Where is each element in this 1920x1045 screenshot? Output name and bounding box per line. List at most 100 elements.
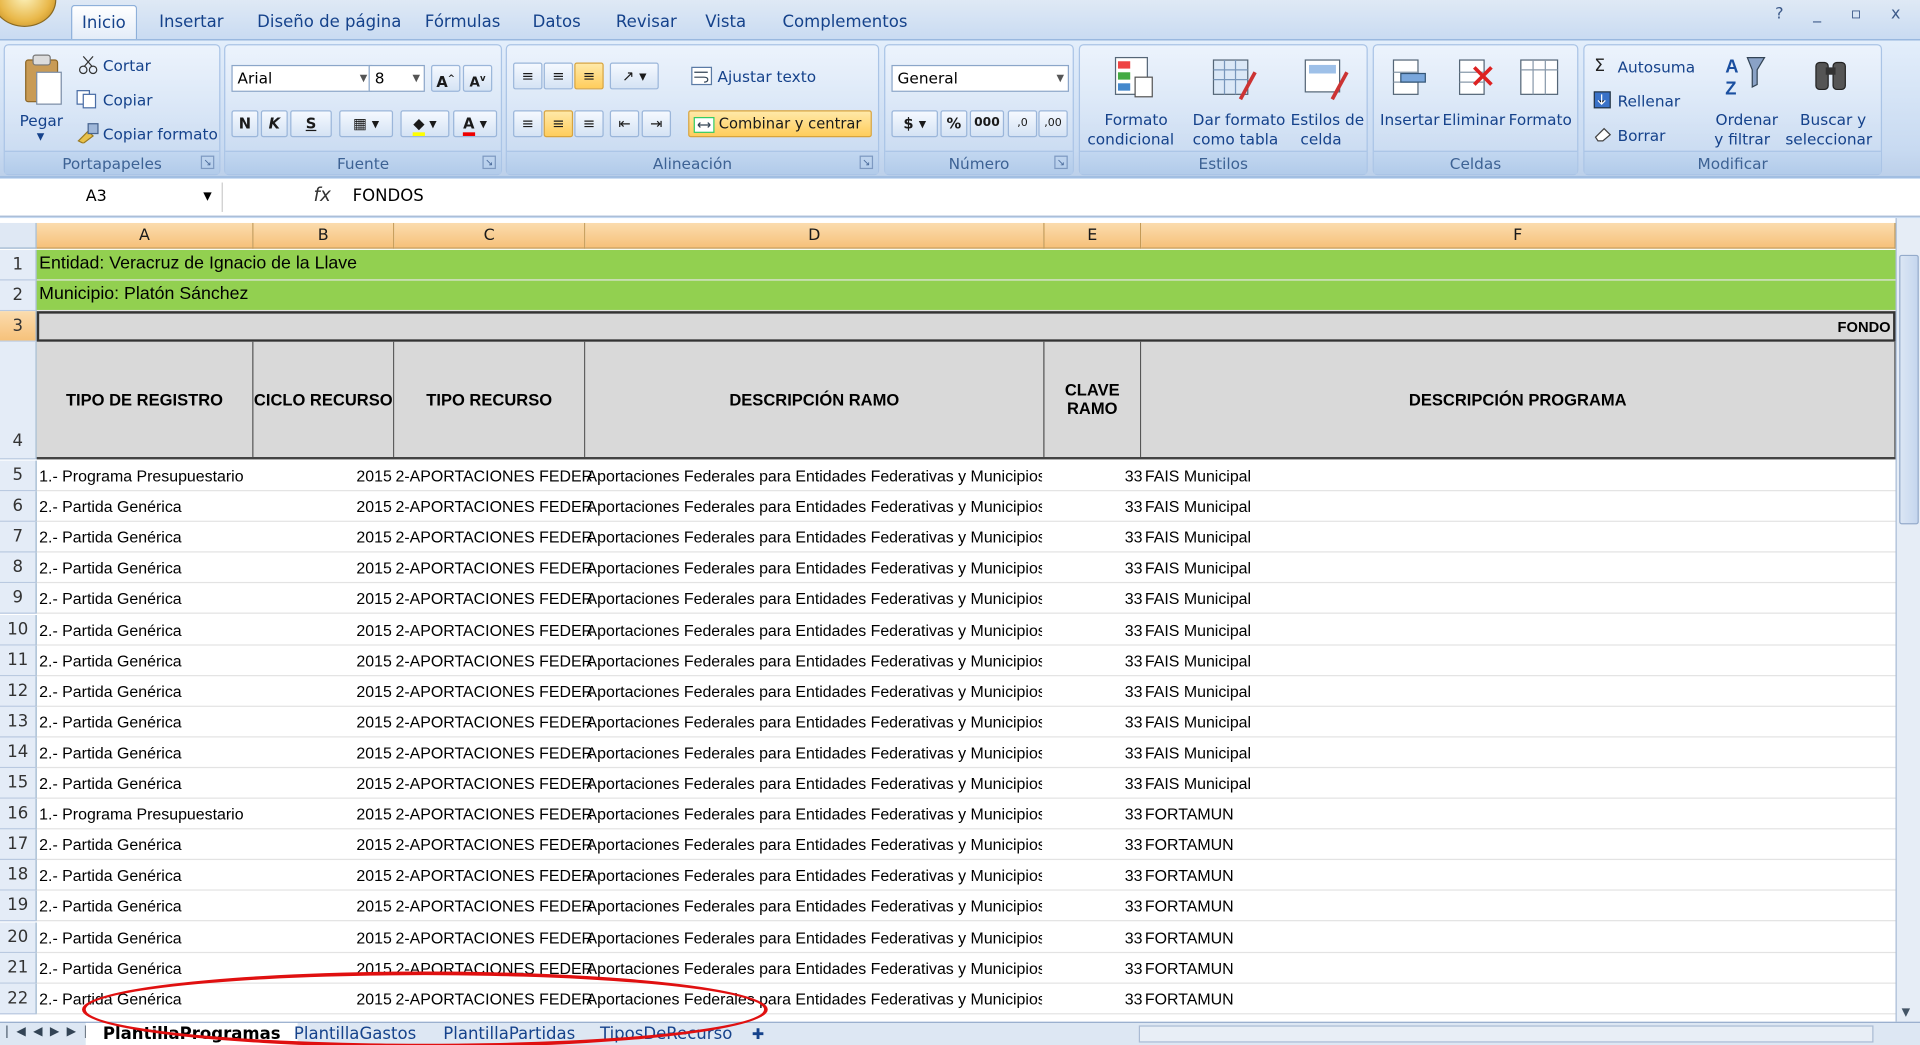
cell-clave[interactable]: 33 bbox=[1044, 645, 1143, 674]
cell-ciclo[interactable]: 2015 bbox=[257, 491, 391, 520]
cell-ciclo[interactable]: 2015 bbox=[257, 737, 391, 766]
cell-ciclo[interactable]: 2015 bbox=[257, 614, 391, 643]
align-top-button[interactable]: ≡ bbox=[513, 62, 543, 90]
cell-ramo[interactable]: Aportaciones Federales para Entidades Fe… bbox=[587, 922, 1043, 951]
row-header[interactable]: 16 bbox=[0, 798, 37, 830]
cell-clave[interactable]: 33 bbox=[1044, 553, 1143, 582]
cell-tipo[interactable]: 2.- Partida Genérica bbox=[39, 645, 253, 674]
percent-button[interactable]: % bbox=[940, 110, 968, 138]
office-button[interactable] bbox=[0, 0, 57, 27]
header-cell[interactable]: CICLO RECURSO bbox=[253, 341, 395, 457]
fill-button[interactable]: Rellenar bbox=[1618, 92, 1681, 110]
cell-programa[interactable]: FAIS Municipal bbox=[1145, 645, 1635, 674]
font-color-button[interactable]: A ▾ bbox=[453, 110, 498, 138]
cell-ciclo[interactable]: 2015 bbox=[257, 461, 391, 490]
cell-tipo[interactable]: 2.- Partida Genérica bbox=[39, 614, 253, 643]
tab-4[interactable]: Datos bbox=[523, 5, 591, 39]
cell-tipo[interactable]: 1.- Programa Presupuestario bbox=[39, 799, 253, 828]
italic-button[interactable]: K bbox=[260, 110, 288, 138]
thousands-button[interactable]: 000 bbox=[969, 110, 1005, 138]
cell-clave[interactable]: 33 bbox=[1044, 461, 1143, 490]
sheet-nav-arrows-icon[interactable]: |◀◀▶▶| bbox=[5, 1025, 95, 1038]
column-header-F[interactable]: F bbox=[1141, 222, 1896, 249]
cell-programa[interactable]: FAIS Municipal bbox=[1145, 584, 1635, 613]
row-header[interactable]: 21 bbox=[0, 952, 37, 984]
row-header[interactable]: 19 bbox=[0, 891, 37, 922]
cell-tipo[interactable]: 2.- Partida Genérica bbox=[39, 522, 253, 551]
autosum-button[interactable]: Autosuma bbox=[1618, 58, 1696, 76]
cell-clave[interactable]: 33 bbox=[1044, 737, 1143, 766]
sort-filter-icon[interactable]: AZ bbox=[1723, 53, 1767, 102]
cell-tipo[interactable]: 2.- Partida Genérica bbox=[39, 922, 253, 951]
cell-ciclo[interactable]: 2015 bbox=[257, 830, 391, 859]
bold-button[interactable]: N bbox=[231, 110, 259, 138]
vertical-scrollbar[interactable]: ▼ bbox=[1895, 218, 1920, 1022]
font-dialog-launcher[interactable]: ↘ bbox=[482, 155, 496, 170]
cell-clave[interactable]: 33 bbox=[1044, 768, 1143, 797]
tab-3[interactable]: Fórmulas bbox=[415, 5, 510, 39]
paste-dropdown[interactable]: ▼ bbox=[37, 131, 45, 142]
cell-clave[interactable]: 33 bbox=[1044, 799, 1143, 828]
cell-recurso[interactable]: 2-APORTACIONES FEDERA bbox=[396, 522, 592, 551]
row-header[interactable]: 22 bbox=[0, 983, 37, 1014]
cell-programa[interactable]: FAIS Municipal bbox=[1145, 491, 1635, 520]
cell-programa[interactable]: FAIS Municipal bbox=[1145, 676, 1635, 705]
conditional-format-button[interactable]: Formato bbox=[1104, 110, 1167, 128]
find-select-button[interactable]: Buscar y bbox=[1800, 110, 1866, 128]
tab-0[interactable]: Inicio bbox=[71, 4, 137, 40]
cell-tipo[interactable]: 1.- Programa Presupuestario bbox=[39, 461, 253, 490]
cell-tipo[interactable]: 2.- Partida Genérica bbox=[39, 737, 253, 766]
conditional-format-icon[interactable] bbox=[1113, 55, 1155, 102]
cell-programa[interactable]: FAIS Municipal bbox=[1145, 614, 1635, 643]
row-header[interactable]: 9 bbox=[0, 583, 37, 615]
cell-recurso[interactable]: 2-APORTACIONES FEDERA bbox=[396, 737, 592, 766]
align-middle-button[interactable]: ≡ bbox=[543, 62, 574, 90]
merge-center-button[interactable]: Combinar y centrar bbox=[688, 110, 872, 138]
cell-ramo[interactable]: Aportaciones Federales para Entidades Fe… bbox=[587, 614, 1043, 643]
cell-clave[interactable]: 33 bbox=[1044, 891, 1143, 920]
cell-programa[interactable]: FORTAMUN bbox=[1145, 830, 1635, 859]
font-name-select[interactable]: Arial ▼ bbox=[231, 64, 373, 92]
cell-clave[interactable]: 33 bbox=[1044, 860, 1143, 889]
cell-recurso[interactable]: 2-APORTACIONES FEDERA bbox=[396, 553, 592, 582]
cell-recurso[interactable]: 2-APORTACIONES FEDERA bbox=[396, 707, 592, 736]
cell-tipo[interactable]: 2.- Partida Genérica bbox=[39, 553, 253, 582]
decrease-decimal-button[interactable]: ,00 bbox=[1038, 110, 1068, 138]
cell-programa[interactable]: FAIS Municipal bbox=[1145, 461, 1635, 490]
cell-recurso[interactable]: 2-APORTACIONES FEDERA bbox=[396, 676, 592, 705]
header-cell[interactable]: DESCRIPCIÓN RAMO bbox=[585, 341, 1045, 457]
cell-tipo[interactable]: 2.- Partida Genérica bbox=[39, 891, 253, 920]
cell-recurso[interactable]: 2-APORTACIONES FEDERA bbox=[396, 645, 592, 674]
fill-color-button[interactable]: ◆ ▾ bbox=[400, 110, 450, 138]
cell-ramo[interactable]: Aportaciones Federales para Entidades Fe… bbox=[587, 645, 1043, 674]
align-right-button[interactable]: ≡ bbox=[574, 110, 604, 138]
binoculars-icon[interactable] bbox=[1811, 55, 1853, 97]
insert-function-button[interactable]: fx bbox=[313, 184, 330, 206]
underline-button[interactable]: S bbox=[290, 110, 332, 138]
cell-clave[interactable]: 33 bbox=[1044, 983, 1143, 1012]
cell-ramo[interactable]: Aportaciones Federales para Entidades Fe… bbox=[587, 860, 1043, 889]
cell-clave[interactable]: 33 bbox=[1044, 953, 1143, 982]
cell-ramo[interactable]: Aportaciones Federales para Entidades Fe… bbox=[587, 676, 1043, 705]
cell-tipo[interactable]: 2.- Partida Genérica bbox=[39, 953, 253, 982]
tab-1[interactable]: Insertar bbox=[149, 5, 233, 39]
cell-recurso[interactable]: 2-APORTACIONES FEDERA bbox=[396, 830, 592, 859]
cell-recurso[interactable]: 2-APORTACIONES FEDERA bbox=[396, 891, 592, 920]
row-header[interactable]: 6 bbox=[0, 491, 37, 523]
scroll-down-icon[interactable]: ▼ bbox=[1902, 1007, 1910, 1019]
cell-programa[interactable]: FORTAMUN bbox=[1145, 799, 1635, 828]
row-header[interactable]: 15 bbox=[0, 768, 37, 799]
cell-ciclo[interactable]: 2015 bbox=[257, 768, 391, 797]
cell-ciclo[interactable]: 2015 bbox=[257, 707, 391, 736]
window-controls[interactable]: ? _ ▫ x bbox=[1775, 5, 1913, 23]
number-dialog-launcher[interactable]: ↘ bbox=[1054, 155, 1068, 170]
cell-programa[interactable]: FAIS Municipal bbox=[1145, 522, 1635, 551]
cell-ramo[interactable]: Aportaciones Federales para Entidades Fe… bbox=[587, 461, 1043, 490]
shrink-font-button[interactable]: Av bbox=[462, 64, 493, 92]
currency-button[interactable]: $ ▾ bbox=[891, 110, 938, 138]
alignment-dialog-launcher[interactable]: ↘ bbox=[859, 155, 874, 170]
insert-cells-button[interactable]: Insertar bbox=[1380, 110, 1440, 128]
cell-recurso[interactable]: 2-APORTACIONES FEDERA bbox=[396, 768, 592, 797]
tab-7[interactable]: Complementos bbox=[773, 5, 918, 39]
cell-recurso[interactable]: 2-APORTACIONES FEDERA bbox=[396, 614, 592, 643]
